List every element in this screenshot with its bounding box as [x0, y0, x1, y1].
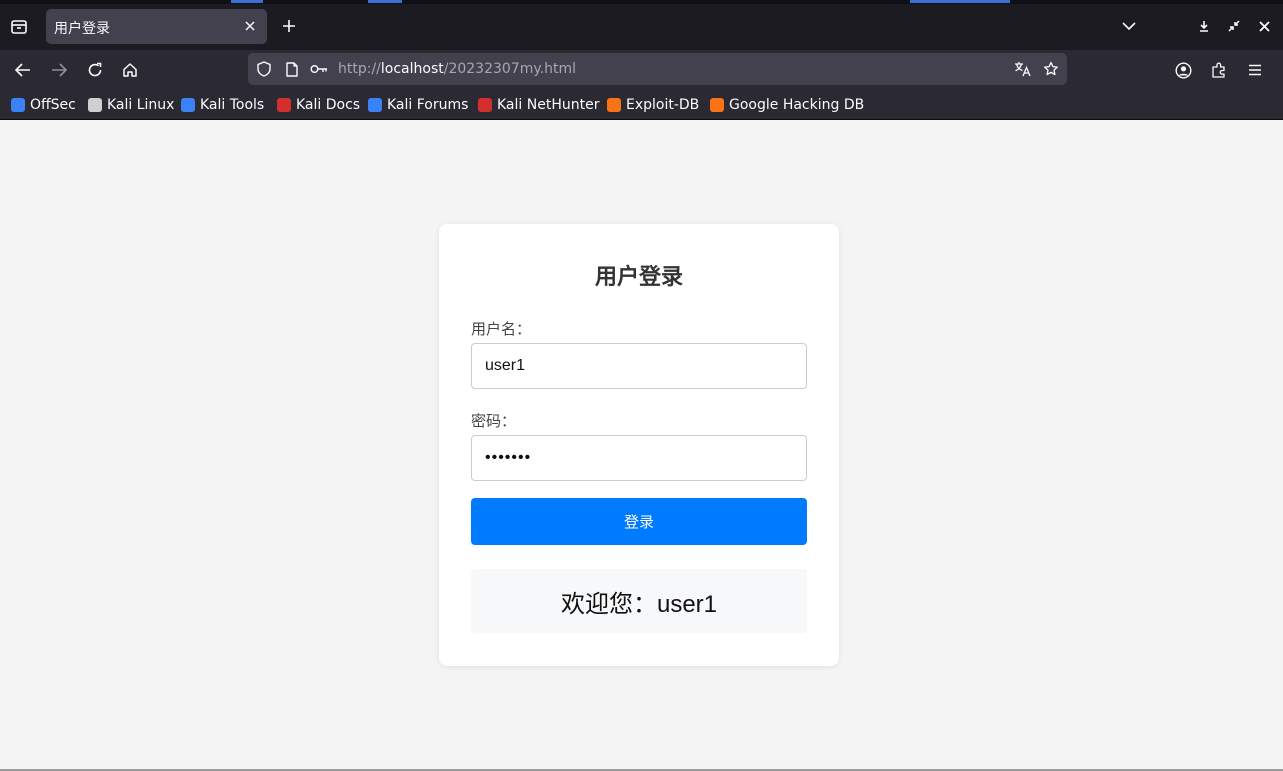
- bookmark-kali-forums[interactable]: Kali Forums: [368, 96, 468, 114]
- bookmark-label: Kali Forums: [387, 97, 469, 113]
- nethunter-icon: [478, 98, 492, 112]
- bookmark-kali-tools[interactable]: Kali Tools: [181, 96, 264, 114]
- kali-docs-icon: [277, 98, 291, 112]
- bookmark-kali-linux[interactable]: Kali Linux: [88, 96, 174, 114]
- bookmark-label: Google Hacking DB: [729, 97, 865, 113]
- bookmark-label: Kali Tools: [200, 97, 265, 113]
- restore-icon[interactable]: [1222, 14, 1246, 38]
- login-title: 用户登录: [594, 265, 683, 290]
- kali-dragon-icon: [88, 98, 102, 112]
- login-card: 用户登录 用户名： user1 密码： ••••••• 登录 欢迎您：user1: [439, 224, 839, 666]
- bookmark-offsec[interactable]: OffSec: [11, 96, 76, 114]
- password-input[interactable]: •••••••: [471, 435, 807, 481]
- username-label: 用户名：: [471, 320, 532, 338]
- new-tab-plus-icon[interactable]: [277, 14, 301, 38]
- bookmark-star-icon[interactable]: [1039, 57, 1063, 81]
- welcome-message: 欢迎您：user1: [471, 569, 807, 633]
- bookmark-kali-nethunter[interactable]: Kali NetHunter: [478, 96, 599, 114]
- offsec-favicon-icon: [11, 98, 25, 112]
- kali-tools-icon: [181, 98, 195, 112]
- bookmark-kali-docs[interactable]: Kali Docs: [277, 96, 360, 114]
- minimize-icon[interactable]: [1192, 14, 1216, 38]
- shield-icon[interactable]: [252, 57, 276, 81]
- navigation-bar: http://localhost/20232307my.html: [0, 50, 1283, 90]
- url-bar[interactable]: http://localhost/20232307my.html: [248, 53, 1067, 85]
- url-host: localhost: [380, 61, 444, 77]
- kali-forums-icon: [368, 98, 382, 112]
- bookmark-label: Exploit-DB: [626, 97, 700, 113]
- translate-icon[interactable]: [1011, 57, 1035, 81]
- account-icon[interactable]: [1169, 56, 1197, 84]
- bookmark-label: Kali NetHunter: [497, 97, 600, 113]
- url-text[interactable]: http://localhost/20232307my.html: [338, 61, 576, 77]
- menu-hamburger-icon[interactable]: [1241, 56, 1269, 84]
- bookmark-exploit-db[interactable]: Exploit-DB: [607, 96, 699, 114]
- tab-active[interactable]: 用户登录: [46, 9, 267, 44]
- close-tab-icon[interactable]: [241, 16, 259, 36]
- top-strip: [0, 0, 1283, 4]
- username-input[interactable]: user1: [471, 343, 807, 389]
- login-button[interactable]: 登录: [471, 498, 807, 545]
- url-scheme: http://: [338, 61, 381, 77]
- tab-list-icon[interactable]: [6, 14, 32, 40]
- close-window-icon[interactable]: [1252, 14, 1276, 38]
- bookmark-label: Kali Docs: [296, 97, 361, 113]
- bookmark-google-hacking-db[interactable]: Google Hacking DB: [710, 96, 864, 114]
- tab-title: 用户登录: [54, 21, 110, 37]
- extensions-icon[interactable]: [1205, 56, 1233, 84]
- bookmark-label: OffSec: [30, 97, 76, 113]
- tab-bar: 用户登录: [0, 0, 1283, 50]
- home-icon[interactable]: [116, 56, 144, 84]
- bookmarks-toolbar: OffSec Kali Linux Kali Tools Kali Docs K…: [0, 90, 1283, 120]
- bookmark-label: Kali Linux: [107, 97, 175, 113]
- page-viewport: 用户登录 用户名： user1 密码： ••••••• 登录 欢迎您：user1: [0, 121, 1283, 769]
- exploit-db-icon: [607, 98, 621, 112]
- url-path: /20232307my.html: [443, 61, 576, 77]
- password-label: 密码：: [471, 412, 517, 430]
- reload-icon[interactable]: [81, 56, 109, 84]
- back-arrow-icon[interactable]: [9, 56, 37, 84]
- forward-arrow-icon[interactable]: [45, 56, 73, 84]
- page-info-icon[interactable]: [280, 57, 304, 81]
- key-icon[interactable]: [307, 57, 331, 81]
- list-all-tabs-chevron-icon[interactable]: [1117, 14, 1141, 38]
- ghdb-icon: [710, 98, 724, 112]
